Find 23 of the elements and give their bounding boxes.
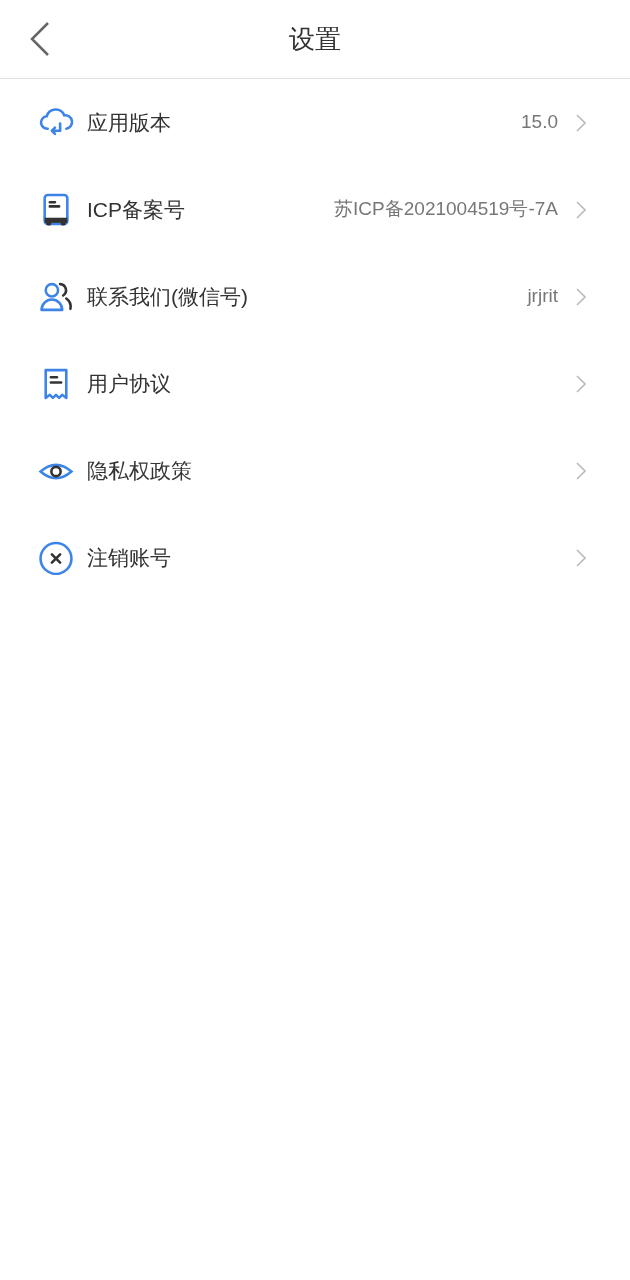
chevron-icon (576, 200, 586, 219)
settings-row[interactable]: 注销账号 (0, 514, 630, 601)
chevron-icon (576, 374, 586, 393)
row-label: 注销账号 (87, 544, 171, 571)
settings-row[interactable]: 用户协议 (0, 340, 630, 427)
page-title: 设置 (289, 22, 341, 56)
row-label: 用户协议 (87, 370, 171, 397)
chevron-icon (576, 113, 586, 132)
row-label: 联系我们(微信号) (87, 283, 248, 310)
row-value: 苏ICP备2021004519号-7A (334, 197, 558, 222)
settings-row[interactable]: 联系我们(微信号) jrjrit (0, 253, 630, 340)
chevron-icon (576, 287, 586, 306)
row-value: 15.0 (521, 110, 558, 135)
chevron-icon (576, 461, 586, 480)
chevron-icon (576, 548, 586, 567)
row-label: 隐私权政策 (87, 457, 192, 484)
row-value: jrjrit (527, 284, 558, 309)
back-icon (29, 21, 51, 57)
settings-row[interactable]: 隐私权政策 (0, 427, 630, 514)
settings-row[interactable]: ICP备案号 苏ICP备2021004519号-7A (0, 166, 630, 253)
settings-row[interactable]: 应用版本 15.0 (0, 79, 630, 166)
row-label: 应用版本 (87, 109, 171, 136)
row-label: ICP备案号 (87, 196, 185, 223)
